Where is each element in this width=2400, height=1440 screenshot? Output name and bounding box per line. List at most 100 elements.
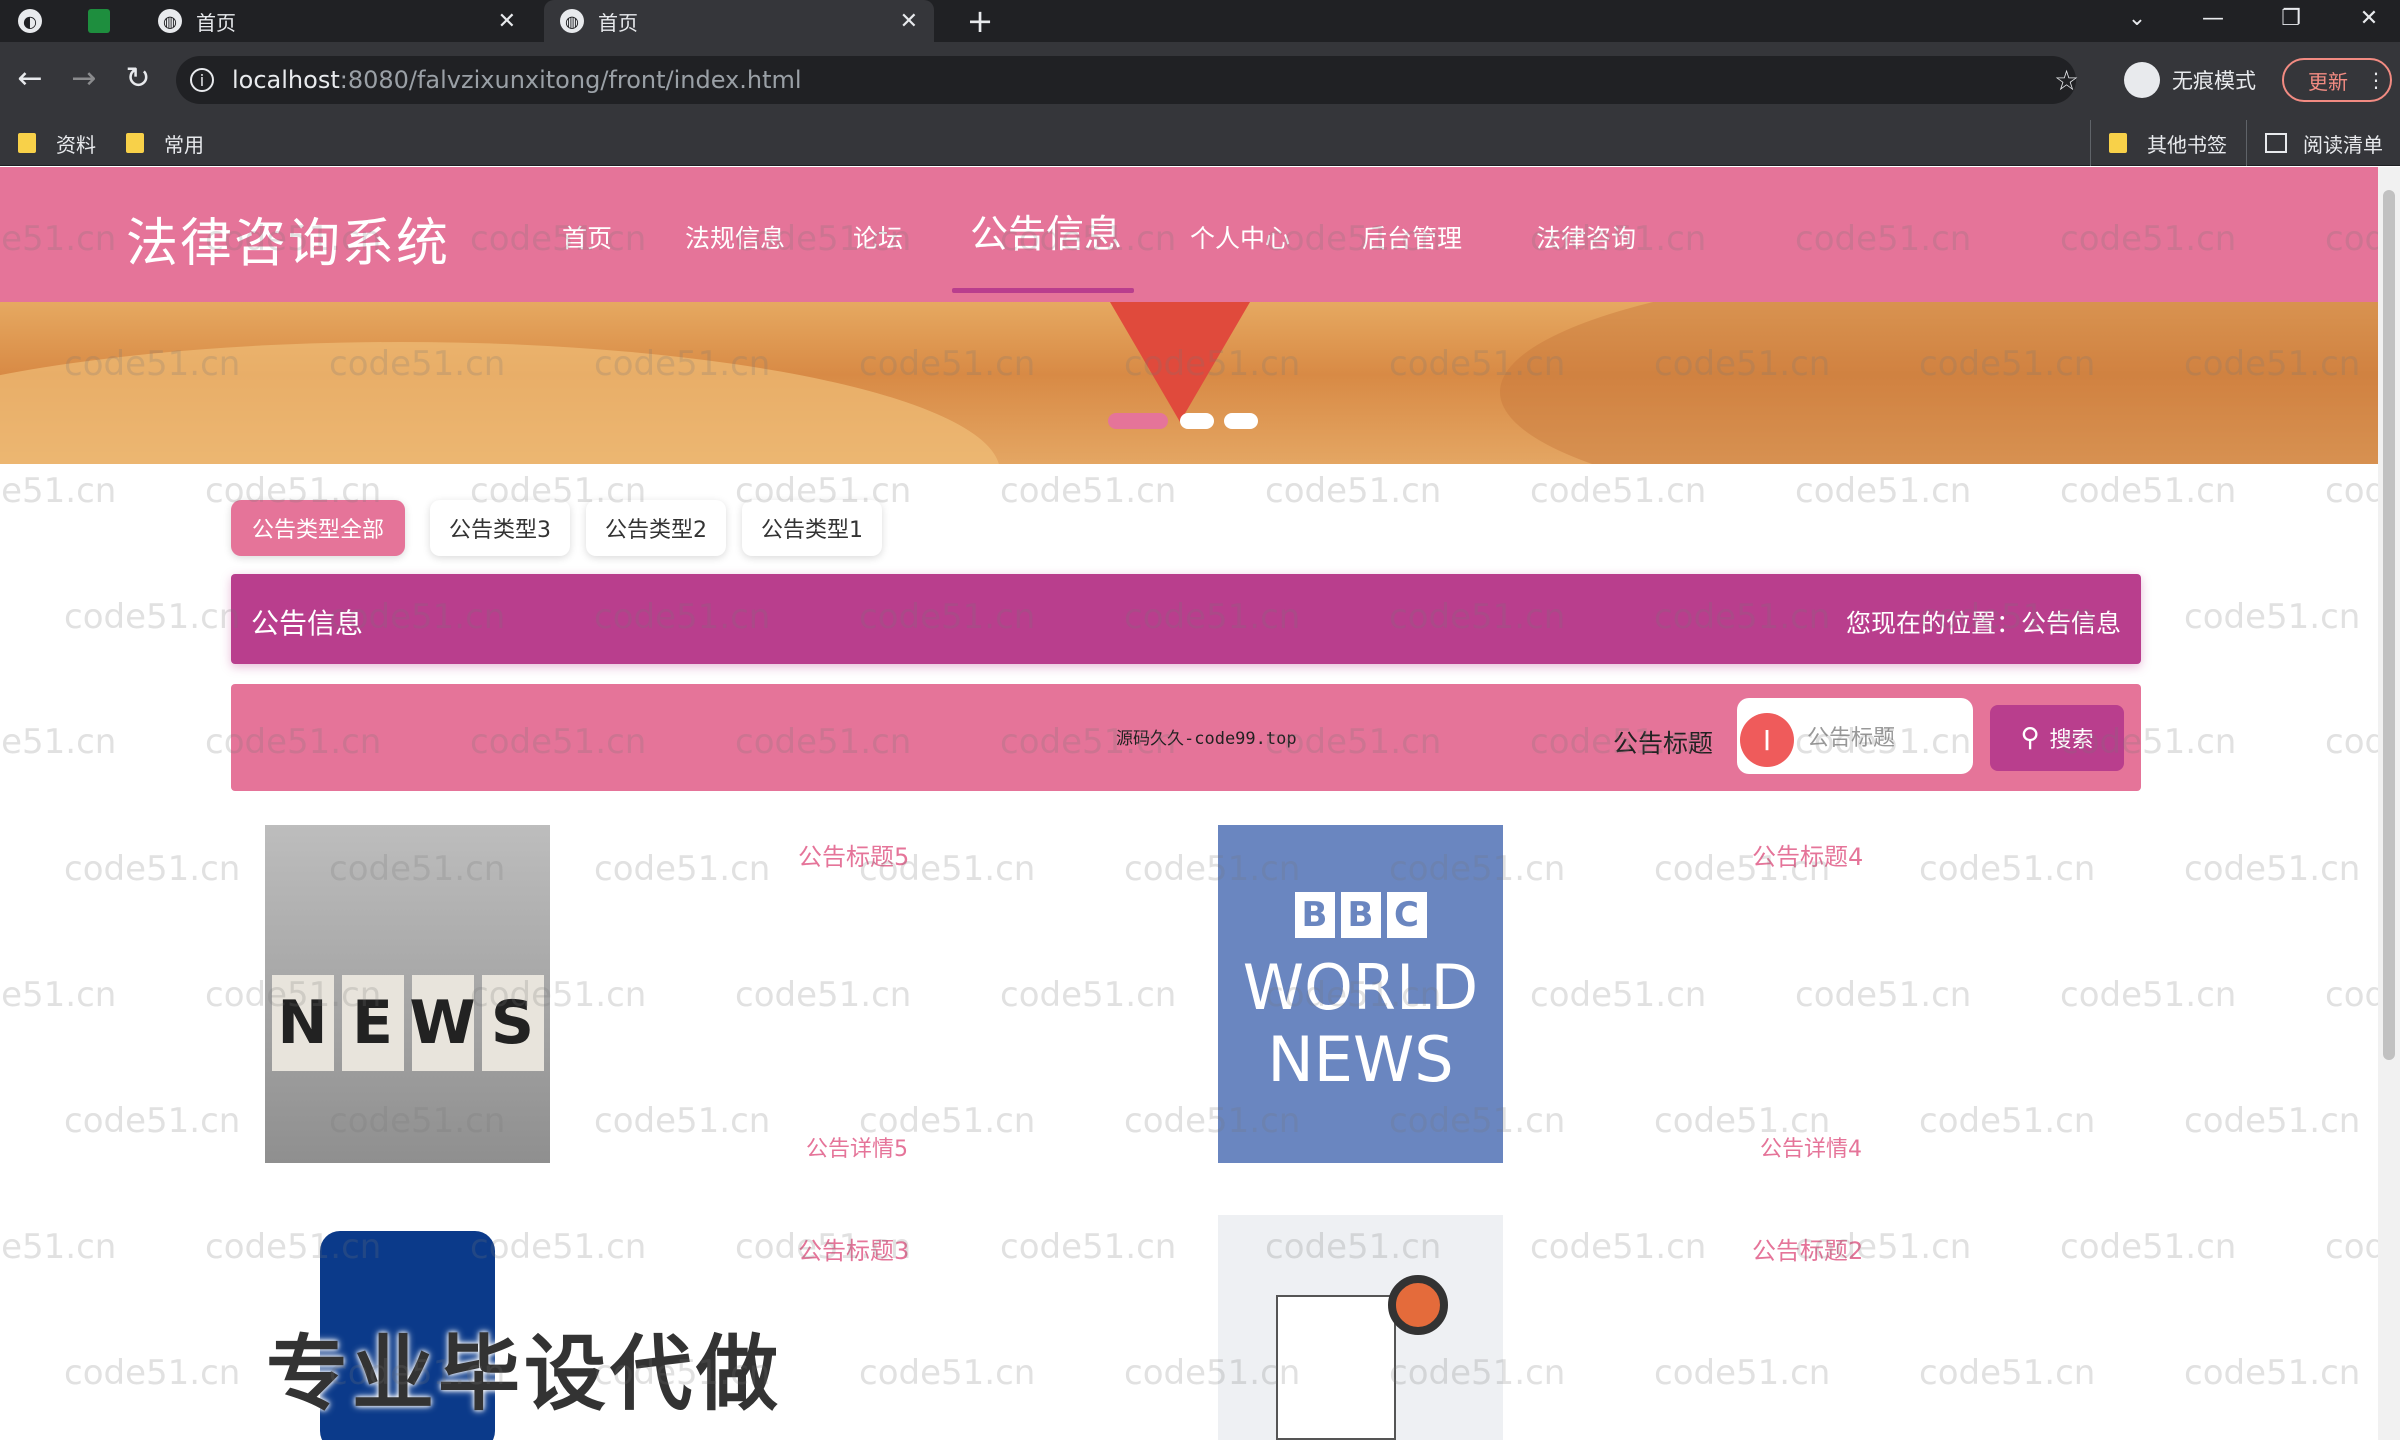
- incognito-indicator[interactable]: 无痕模式: [2124, 58, 2256, 102]
- center-note: 源码久久-code99.top: [1116, 729, 1297, 749]
- tab-label: 首页: [598, 10, 638, 35]
- filter-all-types[interactable]: 公告类型全部: [231, 500, 405, 556]
- globe-icon: ◍: [158, 9, 182, 33]
- watermark-text: code51.cn: [1000, 975, 1177, 1015]
- site-logo[interactable]: 法律咨询系统: [126, 201, 450, 276]
- card-title[interactable]: 公告标题2: [1752, 1231, 1863, 1266]
- filter-type-2[interactable]: 公告类型2: [586, 500, 726, 556]
- card-detail: 公告详情5: [806, 1137, 908, 1162]
- update-button[interactable]: 更新 ⋮: [2282, 58, 2392, 102]
- section-title-bar: 公告信息 您现在的位置：公告信息: [231, 574, 2141, 664]
- restore-icon[interactable]: ❐: [2266, 0, 2316, 36]
- bookmark-star-icon[interactable]: ☆: [2054, 64, 2079, 97]
- search-label: 公告标题: [1613, 729, 1714, 758]
- new-tab-button[interactable]: +: [960, 0, 1000, 42]
- sheets-app-icon[interactable]: [88, 0, 128, 42]
- watermark-text: code51.cn: [2325, 975, 2378, 1015]
- watermark-text: code51.cn: [2184, 849, 2361, 889]
- watermark-text: code51.cn: [0, 975, 117, 1015]
- incognito-label: 无痕模式: [2172, 69, 2256, 93]
- banner-carousel[interactable]: [0, 302, 2378, 464]
- tab-label: 首页: [196, 10, 236, 35]
- watermark-text: code51.cn: [2325, 722, 2378, 762]
- more-menu-icon[interactable]: ⋮: [2366, 68, 2386, 92]
- back-arrow-icon[interactable]: ←: [10, 58, 50, 98]
- browser-tab-strip: ◐ ◍ 首页 ✕ ◍ 首页 ✕ + ⌄ — ❐ ✕: [0, 0, 2400, 42]
- watermark-text: code51.cn: [64, 597, 241, 637]
- news-text: NEWS: [1267, 1023, 1454, 1096]
- card-title[interactable]: 公告标题3: [798, 1231, 909, 1266]
- reading-list[interactable]: 阅读清单: [2246, 120, 2383, 166]
- search-icon: ⚲: [2020, 723, 2040, 753]
- forward-arrow-icon[interactable]: →: [64, 58, 104, 98]
- watermark-text: code51.cn: [2325, 1227, 2378, 1267]
- nav-personal-center[interactable]: 个人中心: [1190, 219, 1290, 255]
- folder-icon: [126, 133, 144, 153]
- carousel-dot[interactable]: [1180, 413, 1214, 429]
- card-image-news-paper[interactable]: [1218, 1215, 1503, 1440]
- nav-forum[interactable]: 论坛: [853, 219, 903, 255]
- breadcrumb: 您现在的位置：公告信息: [1846, 604, 2121, 640]
- reload-icon[interactable]: ↻: [118, 58, 158, 98]
- watermark-text: code51.cn: [0, 722, 117, 762]
- nav-legal-consult[interactable]: 法律咨询: [1536, 219, 1636, 255]
- watermark-text: code51.cn: [2184, 1101, 2361, 1141]
- watermark-text: code51.cn: [1654, 1353, 1831, 1393]
- banner-dune: [0, 342, 1000, 464]
- watermark-text: code51.cn: [64, 849, 241, 889]
- watermark-text: code51.cn: [1530, 471, 1707, 511]
- reading-list-icon: [2265, 133, 2287, 153]
- nav-admin[interactable]: 后台管理: [1362, 219, 1462, 255]
- watermark-text: code51.cn: [1919, 849, 2096, 889]
- tab-search-icon[interactable]: ⌄: [2112, 0, 2162, 36]
- banner-balloon: [1110, 302, 1250, 422]
- folder-icon: [18, 133, 36, 153]
- watermark-text: code51.cn: [1795, 975, 1972, 1015]
- address-bar[interactable]: i localhost:8080/falvzixunxitong/front/i…: [176, 56, 2079, 104]
- breadcrumb-current[interactable]: 公告信息: [2021, 609, 2121, 638]
- watermark-text: code51.cn: [0, 1227, 117, 1267]
- nav-home[interactable]: 首页: [562, 219, 612, 255]
- text-cursor-icon: I: [1740, 713, 1794, 767]
- site-header: 法律咨询系统 首页 法规信息 论坛 公告信息 个人中心 后台管理 法律咨询: [0, 167, 2378, 302]
- watermark-text: code51.cn: [2060, 975, 2237, 1015]
- search-button-label: 搜索: [2049, 728, 2094, 753]
- update-label: 更新: [2308, 69, 2348, 94]
- search-button[interactable]: ⚲ 搜索: [1990, 705, 2124, 771]
- tab-home-inactive[interactable]: ◍ 首页 ✕: [142, 0, 532, 42]
- minimize-icon[interactable]: —: [2188, 0, 2238, 36]
- bookmark-label: 常用: [164, 132, 204, 157]
- other-bookmarks[interactable]: 其他书签: [2090, 120, 2227, 166]
- site-info-icon[interactable]: i: [190, 68, 214, 92]
- watermark-text: code51.cn: [2060, 471, 2237, 511]
- tab-home-active[interactable]: ◍ 首页 ✕: [544, 0, 934, 42]
- nav-regulations[interactable]: 法规信息: [685, 219, 785, 255]
- card-image-news-dice[interactable]: N E W S: [265, 825, 550, 1163]
- watermark-text: code51.cn: [594, 1101, 771, 1141]
- watermark-text: code51.cn: [1530, 975, 1707, 1015]
- filter-type-3[interactable]: 公告类型3: [430, 500, 570, 556]
- scrollbar-thumb[interactable]: [2383, 190, 2395, 1060]
- carousel-dot[interactable]: [1224, 413, 1258, 429]
- watermark-text: code51.cn: [2184, 597, 2361, 637]
- reading-list-label: 阅读清单: [2303, 132, 2383, 157]
- chrome-menu-icon[interactable]: ◐: [18, 0, 58, 42]
- card-title[interactable]: 公告标题4: [1752, 837, 1863, 872]
- other-bookmarks-label: 其他书签: [2147, 132, 2227, 157]
- watermark-text: code51.cn: [2325, 471, 2378, 511]
- search-placeholder: 公告标题: [1807, 726, 1896, 751]
- close-window-icon[interactable]: ✕: [2344, 0, 2394, 36]
- bookmark-folder-changyong[interactable]: 常用: [126, 120, 204, 166]
- card-image-bbc-world-news[interactable]: B B C WORLD NEWS: [1218, 825, 1503, 1163]
- card-title[interactable]: 公告标题5: [798, 837, 909, 872]
- url-path: :8080/falvzixunxitong/front/index.html: [339, 66, 802, 94]
- url-host: localhost: [232, 66, 340, 94]
- overlay-ad-text: 专业毕设代做: [266, 1327, 783, 1422]
- nav-announcements[interactable]: 公告信息: [970, 203, 1122, 258]
- bookmark-folder-ziliao[interactable]: 资料: [18, 120, 96, 166]
- close-tab-icon[interactable]: ✕: [900, 9, 918, 34]
- close-tab-icon[interactable]: ✕: [498, 9, 516, 34]
- watermark-text: code51.cn: [1919, 1353, 2096, 1393]
- filter-type-1[interactable]: 公告类型1: [742, 500, 882, 556]
- carousel-dot-active[interactable]: [1108, 413, 1168, 429]
